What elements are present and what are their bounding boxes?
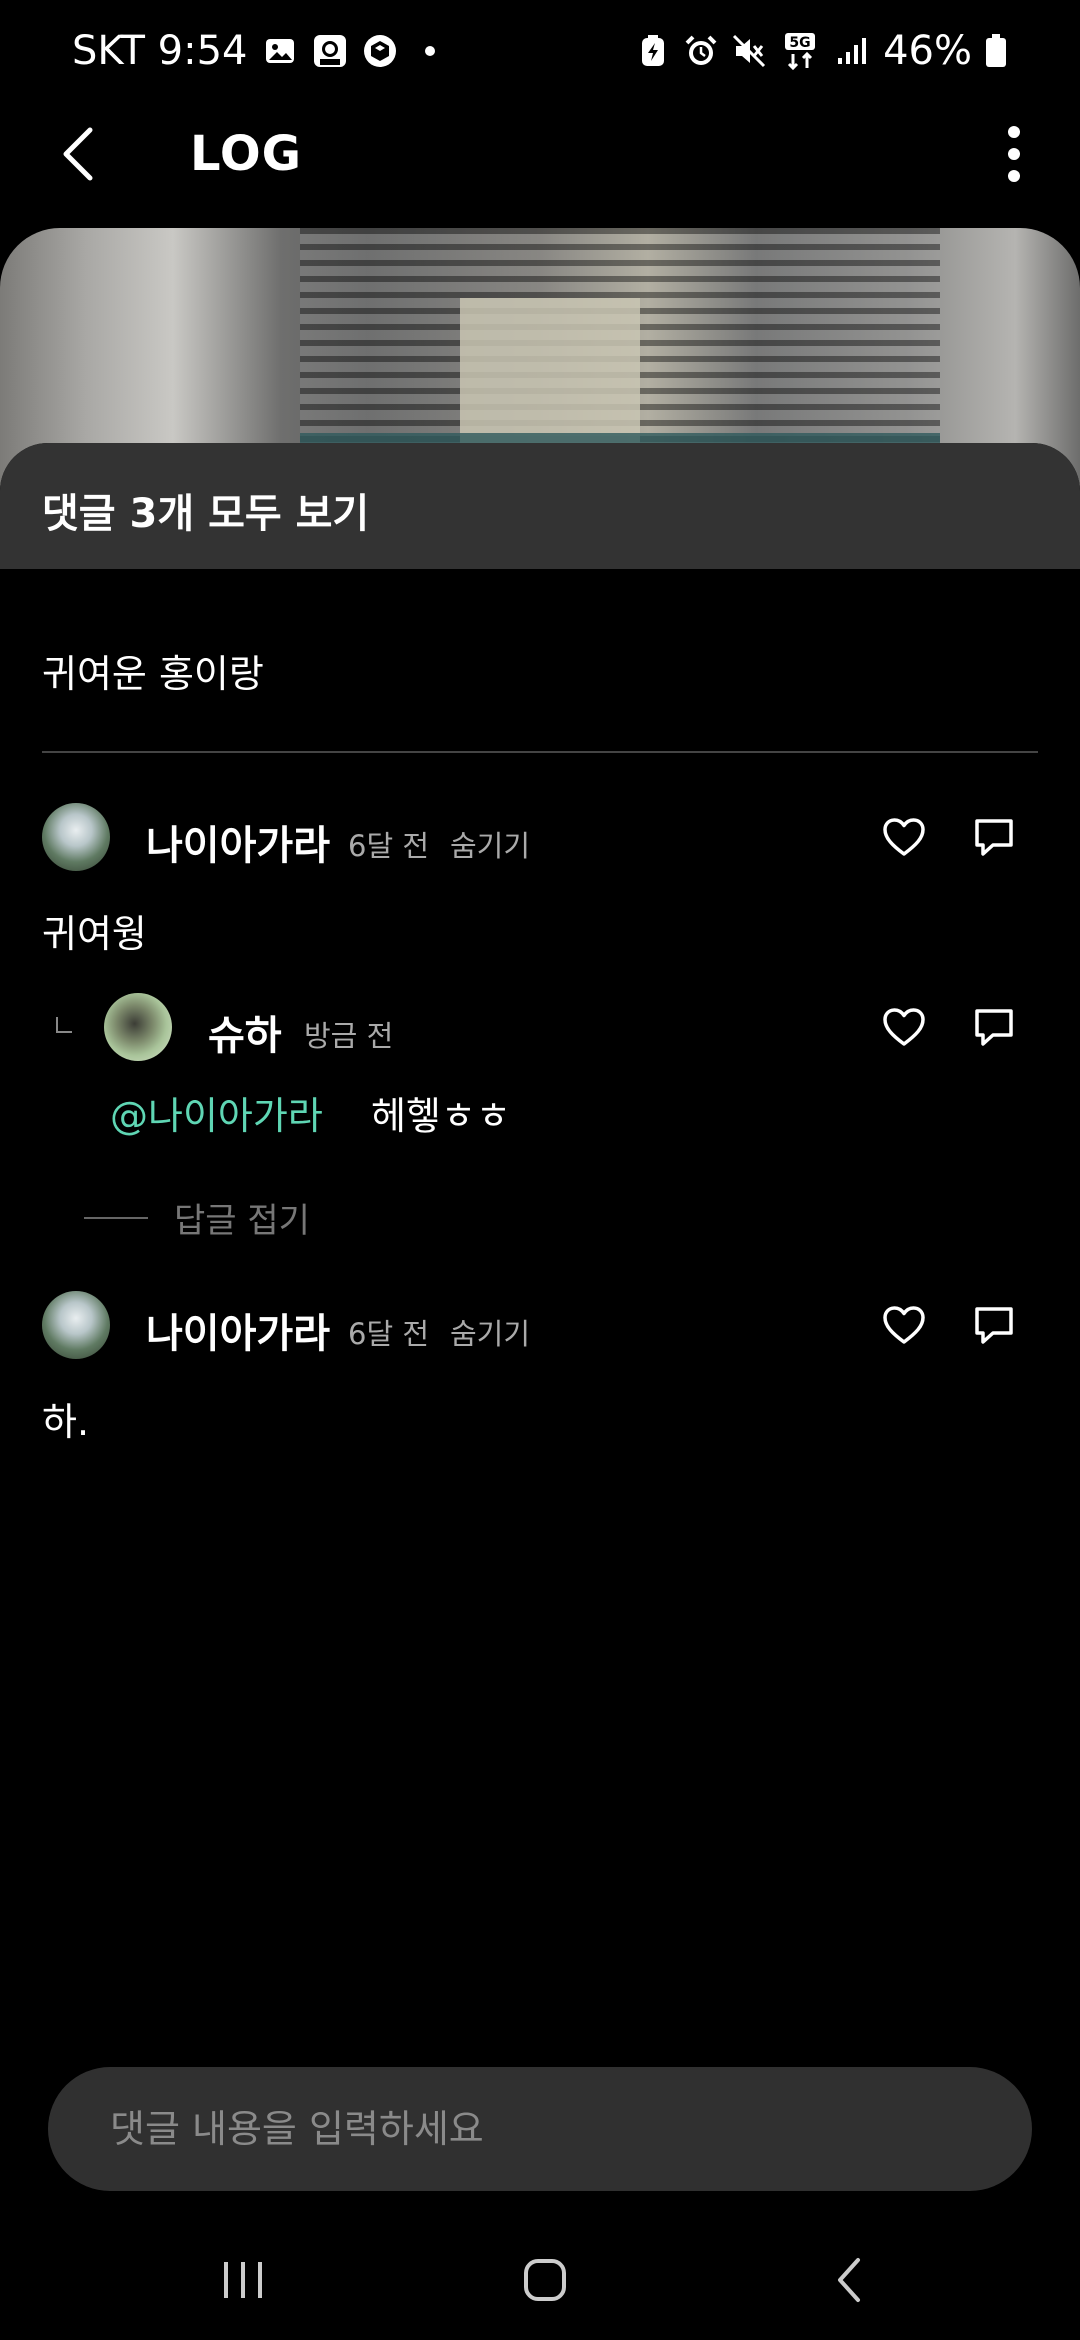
- nav-back-button[interactable]: [804, 2240, 894, 2320]
- more-options-button[interactable]: [978, 118, 1050, 190]
- battery-percent: 46%: [883, 28, 972, 74]
- post-caption: 귀여운 홍이랑: [42, 652, 264, 696]
- signal-icon: [835, 33, 871, 69]
- reply-body: 헤헿ㅎㅎ: [371, 1094, 511, 1138]
- comment-time: 6달 전: [348, 829, 430, 863]
- comment-time: 6달 전: [348, 1317, 430, 1351]
- view-all-comments-label: 댓글 3개 모두 보기: [42, 491, 370, 537]
- status-left: SKT 9:54: [72, 28, 448, 74]
- divider: [42, 751, 1038, 753]
- reply-button[interactable]: [964, 997, 1024, 1057]
- cube-app-icon: [362, 33, 398, 69]
- battery-icon: [984, 33, 1008, 69]
- chevron-left-icon: [838, 2258, 860, 2302]
- recent-apps-icon: [224, 2262, 262, 2298]
- comment-input[interactable]: [48, 2067, 1032, 2191]
- reply-time: 방금 전: [304, 1019, 394, 1053]
- heart-icon: [883, 1008, 925, 1046]
- comment-author[interactable]: 나이아가라: [146, 1301, 330, 1359]
- comments-header[interactable]: 댓글 3개 모두 보기: [0, 443, 1080, 569]
- mention-link[interactable]: @나이아가라: [110, 1094, 323, 1138]
- network-5g-icon: 5G: [779, 33, 823, 70]
- comments-sheet: 댓글 3개 모두 보기 귀여운 홍이랑 나이아가라 6달 전 숨기기 귀여웡 슈…: [0, 443, 1080, 2340]
- avatar[interactable]: [42, 803, 110, 871]
- collapse-replies-label: 답글 접기: [174, 1201, 310, 1241]
- comment-text: 하.: [42, 1400, 90, 1444]
- like-button[interactable]: [874, 1295, 934, 1355]
- back-button[interactable]: [42, 118, 114, 190]
- avatar[interactable]: [42, 1291, 110, 1359]
- home-button[interactable]: [500, 2240, 590, 2320]
- heart-icon: [883, 1306, 925, 1344]
- alarm-icon: [683, 33, 719, 69]
- hide-comment-button[interactable]: 숨기기: [450, 1311, 530, 1353]
- comment-author[interactable]: 나이아가라: [146, 813, 330, 871]
- app-bar: LOG: [0, 100, 1080, 210]
- comment-icon: [975, 819, 1013, 856]
- mute-icon: [731, 33, 767, 69]
- like-button[interactable]: [874, 997, 934, 1057]
- hide-comment-button[interactable]: 숨기기: [450, 823, 530, 865]
- reply-indent-icon: [56, 1017, 72, 1033]
- collapse-replies-button[interactable]: 답글 접기: [84, 1193, 310, 1242]
- network-type-label: 5G: [789, 35, 810, 51]
- battery-saver-icon: [635, 33, 671, 69]
- photo-frame: [460, 298, 640, 448]
- comment-icon: [975, 1009, 1013, 1046]
- home-icon: [524, 2259, 566, 2301]
- status-bar: SKT 9:54 5G 46%: [0, 0, 1080, 100]
- reply-button[interactable]: [964, 807, 1024, 867]
- avatar[interactable]: [104, 993, 172, 1061]
- like-button[interactable]: [874, 807, 934, 867]
- system-nav-bar: [0, 2220, 1080, 2340]
- avatar-app-icon: [312, 33, 348, 69]
- comment-input-bar: [48, 2067, 1032, 2191]
- status-right: 5G 46%: [635, 28, 1008, 74]
- comment-text: 귀여웡: [42, 912, 147, 956]
- recent-apps-button[interactable]: [198, 2240, 288, 2320]
- arrow-left-icon: [63, 127, 93, 181]
- dot-icon: [412, 33, 448, 69]
- reply-text: @나이아가라 헤헿ㅎㅎ: [110, 1085, 511, 1140]
- reply-author[interactable]: 슈하: [208, 1003, 282, 1061]
- heart-icon: [883, 818, 925, 856]
- carrier-time: SKT 9:54: [72, 28, 248, 74]
- reply-button[interactable]: [964, 1295, 1024, 1355]
- page-title: LOG: [190, 126, 303, 182]
- collapse-line: [84, 1216, 148, 1219]
- more-vertical-icon: [1008, 126, 1020, 182]
- comment-icon: [975, 1307, 1013, 1344]
- gallery-icon: [262, 33, 298, 69]
